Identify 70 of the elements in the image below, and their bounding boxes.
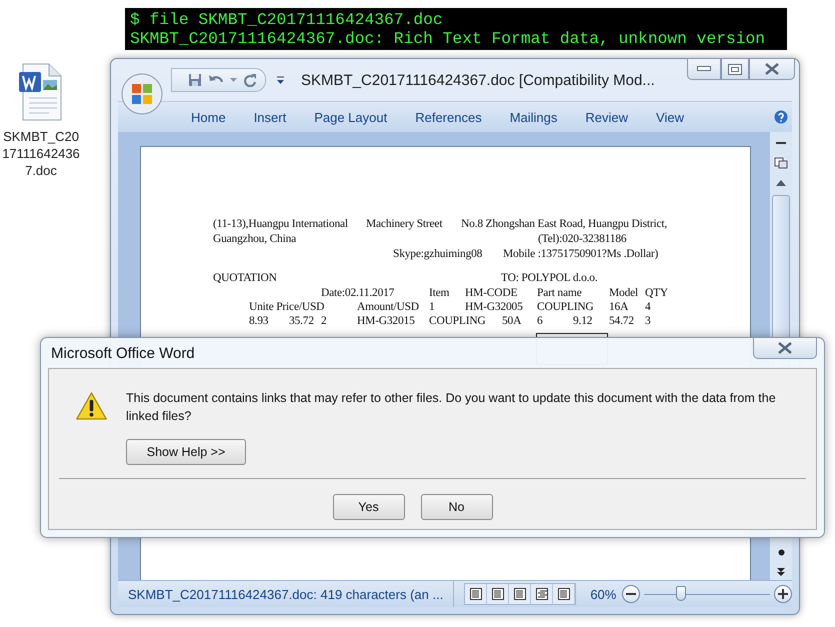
ribbon-tab[interactable]: Page Layout	[303, 106, 398, 128]
window-title: SKMBT_C20171116424367.doc [Compatibility Mod...	[301, 72, 655, 88]
document-text: Item	[429, 287, 450, 299]
restore-icon[interactable]	[728, 64, 742, 74]
document-text: HM-CODE	[465, 287, 518, 299]
document-text: 54.72	[609, 315, 634, 327]
document-text: 1	[429, 301, 435, 313]
ribbon-tab[interactable]: View	[645, 106, 695, 128]
help-icon[interactable]	[774, 110, 788, 124]
close-icon[interactable]	[778, 342, 792, 354]
close-button[interactable]	[749, 58, 795, 80]
caret-icon[interactable]	[230, 78, 237, 82]
document-text: Amount/USD	[357, 301, 419, 313]
document-text: 6	[537, 315, 543, 327]
ribbon-tab[interactable]: Review	[574, 106, 640, 128]
zoom-out-button[interactable]	[622, 585, 640, 603]
terminal-line: $ file SKMBT_C20171116424367.doc	[130, 10, 444, 29]
document-text: HM-G32005	[465, 301, 523, 313]
document-text: 8.93	[249, 315, 268, 327]
file-name[interactable]: SKMBT_C20171116424367.doc	[2, 128, 80, 179]
document-text: HM-G32015	[357, 315, 415, 327]
close-icon[interactable]	[765, 63, 779, 75]
minus-icon[interactable]	[626, 593, 636, 595]
document-text: COUPLING	[537, 301, 594, 313]
document-text: QUOTATION	[213, 272, 277, 284]
save-icon[interactable]	[188, 73, 202, 87]
document-text: Machinery Street	[366, 218, 442, 230]
maximize-button[interactable]	[721, 58, 749, 80]
document-text: 2	[321, 315, 327, 327]
document-text: Skype:gzhuiming08	[393, 248, 482, 260]
zoom-slider[interactable]	[644, 585, 770, 603]
status-text: SKMBT_C20171116424367.doc: 419 characters (an ...	[118, 581, 454, 607]
ribbon-tab[interactable]: Insert	[242, 106, 298, 128]
document-text: Part name	[537, 287, 582, 299]
dialog-title: Microsoft Office Word	[50, 344, 195, 362]
minimize-button[interactable]	[687, 58, 721, 80]
terminal-line: SKMBT_C20171116424367.doc: Rich Text Format data, unknown version	[130, 29, 766, 48]
document-text: 4	[645, 301, 651, 313]
ribbon-tab[interactable]: References	[404, 106, 493, 128]
zoom-level: 60%	[590, 586, 616, 602]
dialog-message: This document contains links that may refer to other files. Do you want to update this document with the data from the linked files?	[126, 390, 777, 425]
dialog-button[interactable]: Yes	[332, 494, 404, 520]
ribbon-tab[interactable]: Mailings	[498, 106, 568, 128]
zoom-in-button[interactable]	[774, 585, 792, 603]
show-help-button[interactable]: Show Help >>	[126, 439, 246, 465]
document-text: 3	[645, 315, 651, 327]
close-button[interactable]	[753, 338, 817, 359]
zoom-slider-thumb[interactable]	[676, 586, 686, 601]
minimize-icon[interactable]	[697, 66, 711, 72]
document-text: 35.72	[289, 315, 314, 327]
document-text: (Tel):020-32381186	[538, 233, 626, 245]
view-ruler-icon[interactable]	[772, 155, 790, 171]
document-text: QTY	[645, 287, 668, 299]
document-text: Unite Price/USD	[249, 301, 324, 313]
document-text: Guangzhou, China	[213, 233, 296, 245]
dialog-button[interactable]: No	[420, 494, 492, 520]
document-text: No.8 Zhongshan East Road, Huangpu District,	[461, 218, 668, 230]
document-text: 50A	[502, 315, 522, 327]
document-text: 16A	[609, 301, 628, 313]
document-text: TO: POLYPOL d.o.o.	[501, 272, 598, 284]
document-text: Date:02.11.2017	[321, 287, 394, 299]
document-text: Model	[609, 287, 638, 299]
document-text: Mobile :13751750901?Ms .Dollar)	[503, 248, 658, 260]
plus-icon[interactable]	[778, 589, 788, 599]
document-text: 9.12	[573, 315, 592, 327]
customize-caret-icon[interactable]	[276, 76, 285, 84]
redo-icon[interactable]	[243, 73, 257, 87]
ribbon-tab[interactable]: Home	[180, 106, 237, 128]
document-text: COUPLING	[429, 315, 486, 327]
document-text: (11-13),Huangpu International	[213, 218, 348, 230]
